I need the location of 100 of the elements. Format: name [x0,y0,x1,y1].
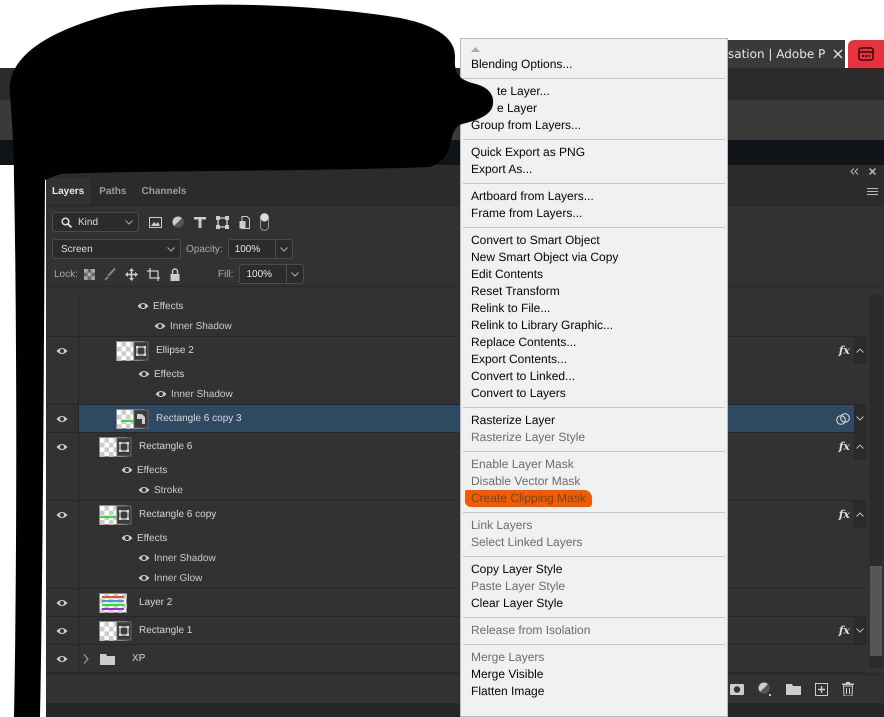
panel-tab[interactable]: Layers [46,178,92,205]
eye-icon[interactable] [138,370,150,378]
layer-thumbnail [116,340,149,360]
fill-label: Fill: [218,268,234,280]
expand-caret-icon[interactable] [856,416,864,421]
linked-circles-icon [836,412,850,424]
menu-item[interactable]: New Smart Object via Copy [461,249,727,266]
transform-icon[interactable] [216,216,229,228]
menu-item[interactable]: Relink to Library Graphic... [461,317,727,334]
effects-badge[interactable]: fx [838,344,850,357]
panel-tab[interactable]: Channels [134,178,194,205]
panel-tab[interactable]: Paths [92,178,134,205]
effect-label[interactable]: Stroke [154,484,183,496]
caret-icon[interactable] [280,246,288,252]
eye-icon[interactable] [138,574,150,582]
fill-field[interactable]: 100% [239,264,304,284]
effects-label[interactable]: Effects [154,368,184,380]
opacity-label: Opacity: [186,244,223,254]
brush-icon[interactable] [104,268,116,280]
trash-icon[interactable] [842,682,854,696]
scrollbar-thumb[interactable] [870,566,882,656]
menu-item[interactable]: Convert to Layers [461,385,727,402]
menu-icon[interactable] [867,188,878,196]
eye-icon[interactable] [56,654,68,662]
menu-item[interactable]: Replace Contents... [461,334,727,351]
expand-caret-icon[interactable] [856,628,864,633]
menu-item[interactable]: Quick Export as PNG [461,144,727,161]
eye-icon[interactable] [56,598,68,606]
eye-icon[interactable] [154,322,166,330]
crop-icon[interactable] [146,268,161,280]
effects-label[interactable]: Effects [137,532,168,544]
mask-icon[interactable] [730,684,744,694]
type-icon[interactable] [194,216,206,228]
caret-icon[interactable] [291,272,300,276]
effect-label[interactable]: Inner Shadow [154,552,216,564]
checker-icon[interactable] [84,268,95,280]
filter-dropdown[interactable]: Kind [52,212,139,232]
menu-item[interactable]: Blending Options... [461,56,727,73]
menu-item[interactable]: Artboard from Layers... [461,188,727,205]
collapse-caret-icon[interactable] [856,512,864,517]
chevron-right-icon[interactable] [83,654,89,664]
menu-item[interactable]: Clear Layer Style [461,595,727,612]
eye-icon[interactable] [137,302,149,310]
eye-icon[interactable] [56,626,68,634]
toggle-icon[interactable] [260,213,269,231]
close-icon[interactable] [869,168,876,175]
layer-thumbnail [99,436,132,456]
menu-item[interactable]: Group from Layers... [461,117,727,134]
collapse-caret-icon[interactable] [856,348,864,353]
menu-item[interactable]: Copy Layer Style [461,561,727,578]
folder-icon[interactable] [786,683,801,695]
scrollbar[interactable] [870,295,882,668]
eye-icon[interactable] [56,414,68,422]
adjustment-icon[interactable] [758,682,772,696]
close-icon[interactable] [833,49,844,59]
effects-label[interactable]: Effects [137,464,168,476]
blend-mode-dropdown[interactable]: Screen [52,239,181,259]
menu-item[interactable]: Convert to Smart Object [461,232,727,249]
eye-icon[interactable] [121,534,133,542]
caret-icon [167,246,175,252]
layer-name: Ellipse 2 [156,345,194,356]
menu-item[interactable]: Convert to Linked... [461,368,727,385]
effect-label[interactable]: Inner Shadow [171,388,233,400]
effects-label[interactable]: Effects [153,300,184,312]
opacity-field[interactable]: 100% [228,239,293,259]
effect-label[interactable]: Inner Glow [154,572,202,584]
eye-icon[interactable] [138,554,150,562]
effects-badge[interactable]: fx [838,508,850,521]
menu-item[interactable]: te Layer... [497,83,727,100]
menu-item[interactable]: Reset Transform [461,283,727,300]
eye-icon[interactable] [155,390,167,398]
menu-item[interactable]: Rasterize Layer [461,412,727,429]
collapse-caret-icon[interactable] [856,444,864,449]
menu-item[interactable]: Flatten Image [461,683,727,700]
effects-badge[interactable]: fx [838,624,850,637]
image-icon[interactable] [149,216,162,228]
menu-item[interactable]: e Layer [497,100,727,117]
eye-icon[interactable] [56,510,68,518]
lock-label: Lock: [54,268,78,280]
menu-item[interactable]: Relink to File... [461,300,727,317]
browser-tab[interactable]: sation | Adobe P [728,40,845,68]
lock-icon[interactable] [170,268,180,280]
effects-badge[interactable]: fx [838,440,850,453]
move-icon[interactable] [124,268,138,280]
half-circle-icon[interactable] [172,216,184,228]
window-icon [858,47,874,61]
menu-item[interactable]: Frame from Layers... [461,205,727,222]
document-icon[interactable] [239,216,250,228]
collapse-icon[interactable] [850,168,859,175]
effect-label[interactable]: Inner Shadow [170,320,232,332]
browser-tab[interactable] [848,40,884,68]
new-layer-icon[interactable] [815,682,828,696]
menu-item[interactable]: Edit Contents [461,266,727,283]
folder-icon [100,652,115,664]
eye-icon[interactable] [56,442,68,450]
layer-name: XP [132,653,146,664]
menu-item[interactable]: Export As... [461,161,727,178]
eye-icon[interactable] [138,486,150,494]
eye-icon[interactable] [56,346,68,354]
eye-icon[interactable] [121,466,133,474]
